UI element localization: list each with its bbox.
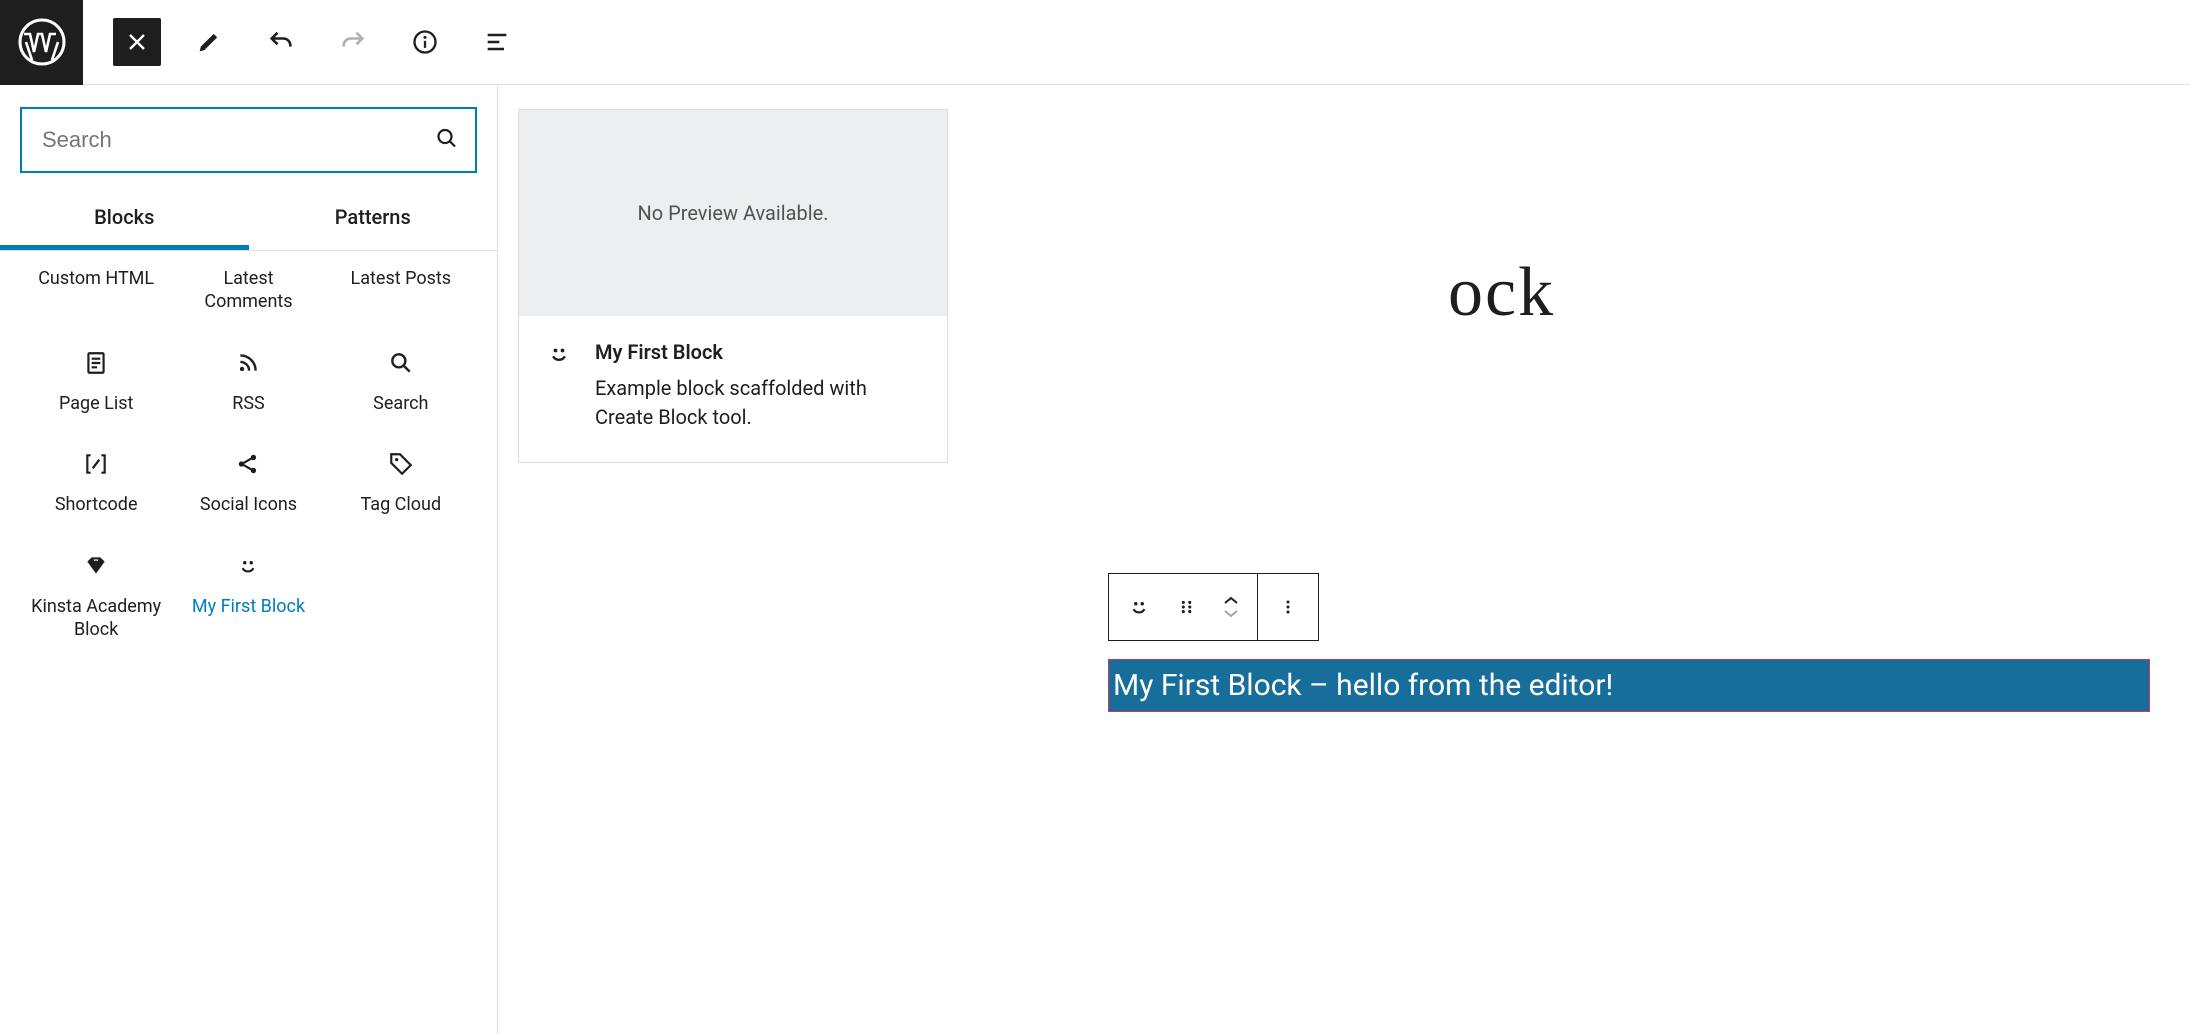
block-custom-html[interactable]: Custom HTML [20,263,172,334]
info-icon [411,28,439,56]
search-input[interactable] [20,107,477,173]
diamond-icon [81,551,111,581]
list-view-icon [483,28,511,56]
block-type-icon[interactable] [1125,593,1153,621]
pencil-icon [195,28,223,56]
undo-icon [267,28,295,56]
block-label: My First Block [192,595,305,618]
page-list-icon [81,348,111,378]
block-label: Search [373,392,428,415]
block-label: RSS [232,392,264,415]
inserter-tabs: Blocks Patterns [0,189,497,251]
edit-tool-button[interactable] [185,18,233,66]
block-page-list[interactable]: Page List [20,334,172,435]
wordpress-icon [18,18,66,66]
block-toolbar [1108,573,1319,641]
block-latest-posts[interactable]: Latest Posts [325,263,477,334]
block-label: Page List [59,392,133,415]
block-instance[interactable]: My First Block – hello from the editor! [1108,659,2150,712]
block-kinsta-academy[interactable]: Kinsta Academy Block [20,537,172,662]
more-vertical-icon [1278,594,1298,620]
search-button[interactable] [435,127,459,154]
redo-icon [339,28,367,56]
list-view-button[interactable] [473,18,521,66]
block-instance-text: My First Block – hello from the editor! [1113,668,1613,703]
block-search[interactable]: Search [325,334,477,435]
block-tag-cloud[interactable]: Tag Cloud [325,435,477,536]
chevron-up-icon [1221,593,1241,607]
block-my-first-block[interactable]: My First Block [172,537,324,662]
close-inserter-button[interactable] [113,18,161,66]
block-shortcode[interactable]: Shortcode [20,435,172,536]
block-preview-card: No Preview Available. My First Block Exa… [518,109,948,463]
search-block-icon [386,348,416,378]
wordpress-logo[interactable] [0,0,83,85]
block-inserter-panel: Blocks Patterns Custom HTML Latest Comme… [0,85,498,1034]
shortcode-icon [81,449,111,479]
drag-handle-icon[interactable] [1173,593,1201,621]
tab-blocks[interactable]: Blocks [0,189,249,250]
editor-top-toolbar [0,0,2190,85]
block-label: Latest Comments [178,267,318,314]
smile-icon [233,551,263,581]
preview-description: Example block scaffolded with Create Blo… [595,374,921,432]
smile-icon [545,340,575,370]
block-rss[interactable]: RSS [172,334,324,435]
undo-button[interactable] [257,18,305,66]
block-label: Custom HTML [38,267,154,290]
preview-empty-state: No Preview Available. [519,110,947,316]
document-info-button[interactable] [401,18,449,66]
block-label: Shortcode [55,493,138,516]
tab-patterns[interactable]: Patterns [249,189,498,250]
redo-button[interactable] [329,18,377,66]
block-label: Kinsta Academy Block [26,595,166,642]
block-label: Latest Posts [351,267,452,290]
editor-canvas: ock No Preview Available. My First Block… [498,85,2190,1034]
block-mover[interactable] [1221,593,1241,621]
block-social-icons[interactable]: Social Icons [172,435,324,536]
search-icon [435,127,459,151]
more-options-button[interactable] [1274,593,1302,621]
share-icon [233,449,263,479]
block-latest-comments[interactable]: Latest Comments [172,263,324,334]
block-label: Tag Cloud [361,493,442,516]
preview-title: My First Block [595,340,921,364]
tag-icon [386,449,416,479]
chevron-down-icon [1221,607,1241,621]
rss-icon [233,348,263,378]
block-label: Social Icons [200,493,297,516]
close-icon [123,28,151,56]
post-title-fragment: ock [1448,253,1555,333]
blocks-grid: Custom HTML Latest Comments Latest Posts… [20,251,477,661]
